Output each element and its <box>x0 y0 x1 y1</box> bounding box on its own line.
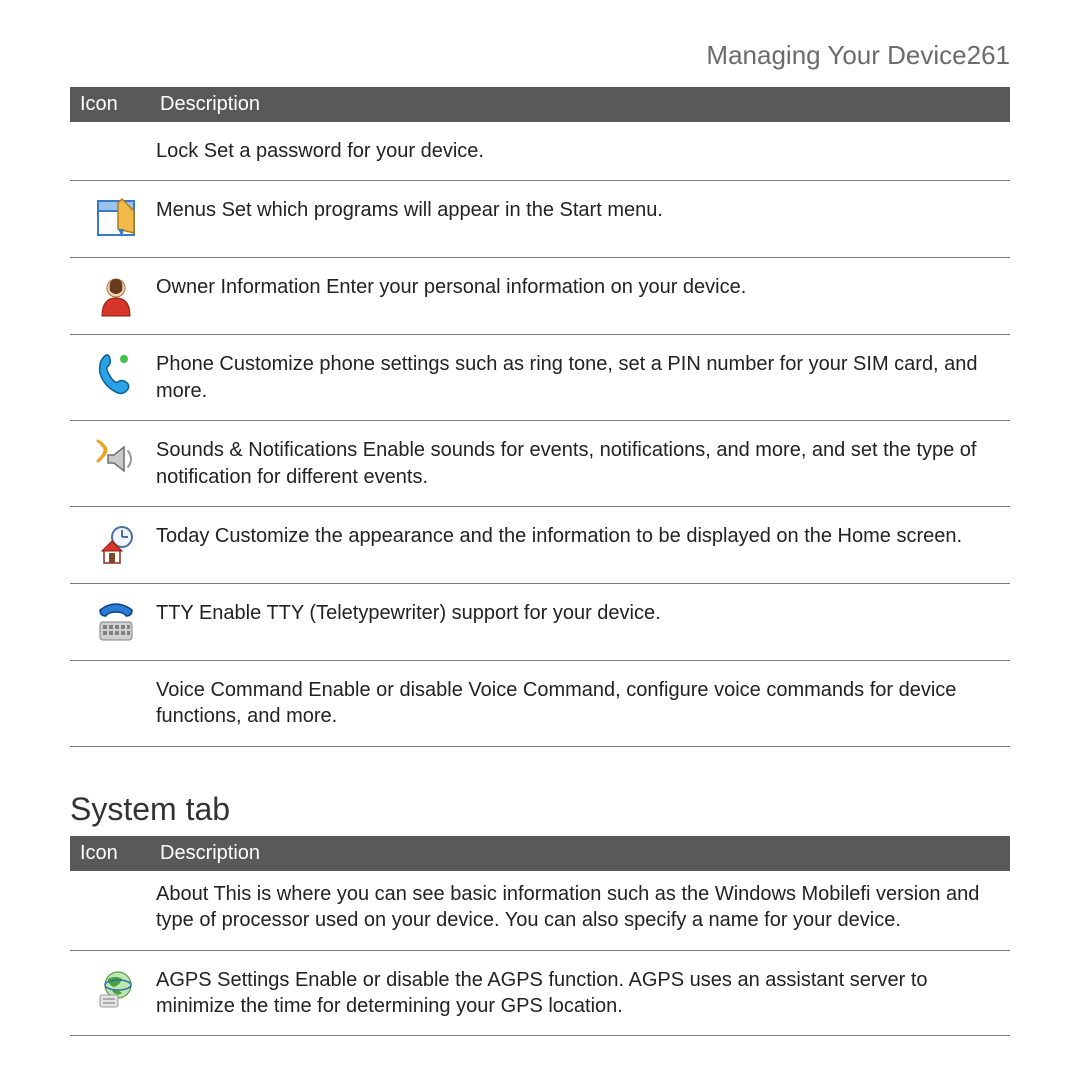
today-icon <box>76 523 156 567</box>
row-description: Voice Command Enable or disable Voice Co… <box>156 677 1004 730</box>
agps-icon <box>76 967 156 1011</box>
table-row: Sounds & Notifications Enable sounds for… <box>70 421 1010 507</box>
row-description: Sounds & Notifications Enable sounds for… <box>156 437 1004 490</box>
row-description: Phone Customize phone settings such as r… <box>156 351 1004 404</box>
table-header: Icon Description <box>70 87 1010 122</box>
row-description: Lock Set a password for your device. <box>156 138 1004 164</box>
table-row: Voice Command Enable or disable Voice Co… <box>70 661 1010 747</box>
table-header: Icon Description <box>70 836 1010 871</box>
row-description: Today Customize the appearance and the i… <box>156 523 1004 549</box>
table-header-desc: Description <box>160 842 1000 865</box>
row-description: Owner Information Enter your personal in… <box>156 274 1004 300</box>
section-title: System tab <box>70 791 1010 828</box>
page-header: Managing Your Device261 <box>70 40 1010 71</box>
phone-icon <box>76 351 156 395</box>
table-row: Phone Customize phone settings such as r… <box>70 335 1010 421</box>
table-row: Today Customize the appearance and the i… <box>70 507 1010 584</box>
row-description: About This is where you can see basic in… <box>156 881 1004 934</box>
table-header-icon: Icon <box>80 93 160 116</box>
owner-info-icon <box>76 274 156 318</box>
tty-icon <box>76 600 156 644</box>
row-description: AGPS Settings Enable or disable the AGPS… <box>156 967 1004 1020</box>
table-row: Menus Set which programs will appear in … <box>70 181 1010 258</box>
table-header-icon: Icon <box>80 842 160 865</box>
sounds-icon <box>76 437 156 481</box>
row-description: TTY Enable TTY (Teletypewriter) support … <box>156 600 1004 626</box>
table-row: AGPS Settings Enable or disable the AGPS… <box>70 951 1010 1037</box>
table-row: TTY Enable TTY (Teletypewriter) support … <box>70 584 1010 661</box>
page-header-section: Managing Your Device <box>706 40 966 70</box>
table-row: About This is where you can see basic in… <box>70 871 1010 951</box>
document-page: Managing Your Device261 Icon Description… <box>0 0 1080 1036</box>
row-description: Menus Set which programs will appear in … <box>156 197 1004 223</box>
table-row: Owner Information Enter your personal in… <box>70 258 1010 335</box>
table-row: Lock Set a password for your device. <box>70 122 1010 181</box>
page-header-number: 261 <box>967 40 1010 70</box>
table-header-desc: Description <box>160 93 1000 116</box>
menus-icon <box>76 197 156 241</box>
